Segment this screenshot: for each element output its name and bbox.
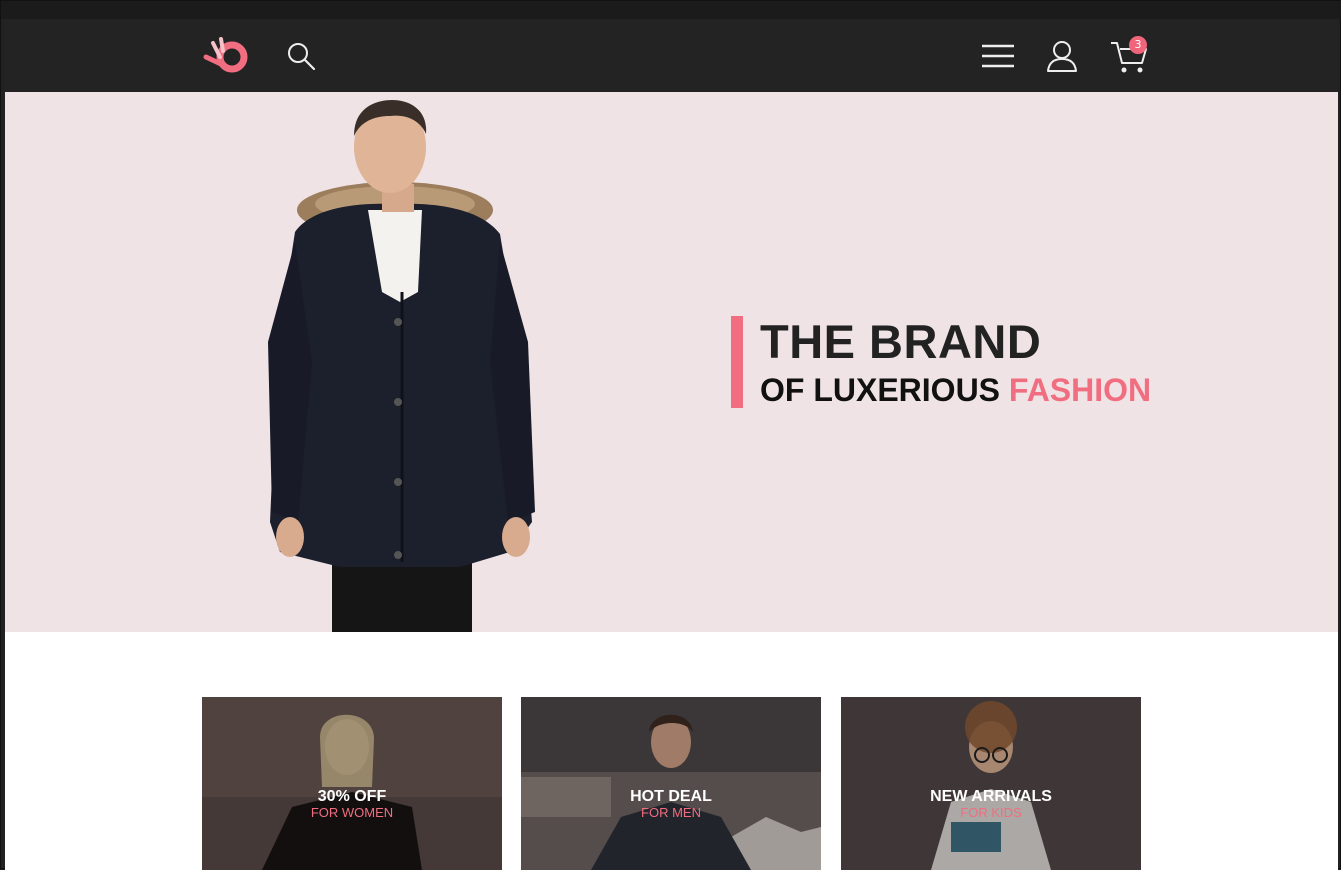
promo-card-men[interactable]: HOT DEAL FOR MEN <box>521 697 821 870</box>
cart-count-badge: 3 <box>1129 36 1147 54</box>
hero-accent-bar <box>731 316 743 408</box>
hero-banner: THE BRAND OF LUXERIOUS FASHION <box>5 92 1338 632</box>
hero-title: THE BRAND <box>760 315 1042 368</box>
search-icon[interactable] <box>286 41 316 71</box>
hero-model-image <box>268 100 535 632</box>
logo-icon[interactable] <box>201 35 251 77</box>
promo-women-title: 30% OFF <box>317 788 387 805</box>
promo-women-subtitle: FOR WOMEN <box>310 805 394 820</box>
promo-card-kids[interactable]: NEW ARRIVALS FOR KIDS <box>841 697 1141 870</box>
promo-kids-title: NEW ARRIVALS <box>930 788 1052 805</box>
hero-subtitle-prefix: OF LUXERIOUS <box>760 372 1001 408</box>
browser-frame: 3 THE BRAND OF LUXERIOUS FASHION 30% OFF… <box>0 0 1341 870</box>
promo-men-image <box>521 697 821 870</box>
promo-kids-subtitle: FOR KIDS <box>960 805 1022 820</box>
promo-women-image <box>202 697 502 870</box>
promo-kids-image <box>841 697 1141 870</box>
promo-men-subtitle: FOR MEN <box>641 805 701 820</box>
user-account-icon[interactable] <box>1045 39 1079 73</box>
hamburger-menu-icon[interactable] <box>981 43 1015 69</box>
promo-men-title: HOT DEAL <box>630 788 712 805</box>
navbar: 3 <box>5 19 1338 92</box>
promo-card-women[interactable]: 30% OFF FOR WOMEN <box>202 697 502 870</box>
promo-section: 30% OFF FOR WOMEN HOT DEAL FOR MEN NEW A… <box>5 632 1338 870</box>
hero-subtitle-highlight: FASHION <box>1008 372 1152 408</box>
hero-subtitle: OF LUXERIOUS FASHION <box>760 370 1151 410</box>
top-strip <box>1 1 1341 19</box>
